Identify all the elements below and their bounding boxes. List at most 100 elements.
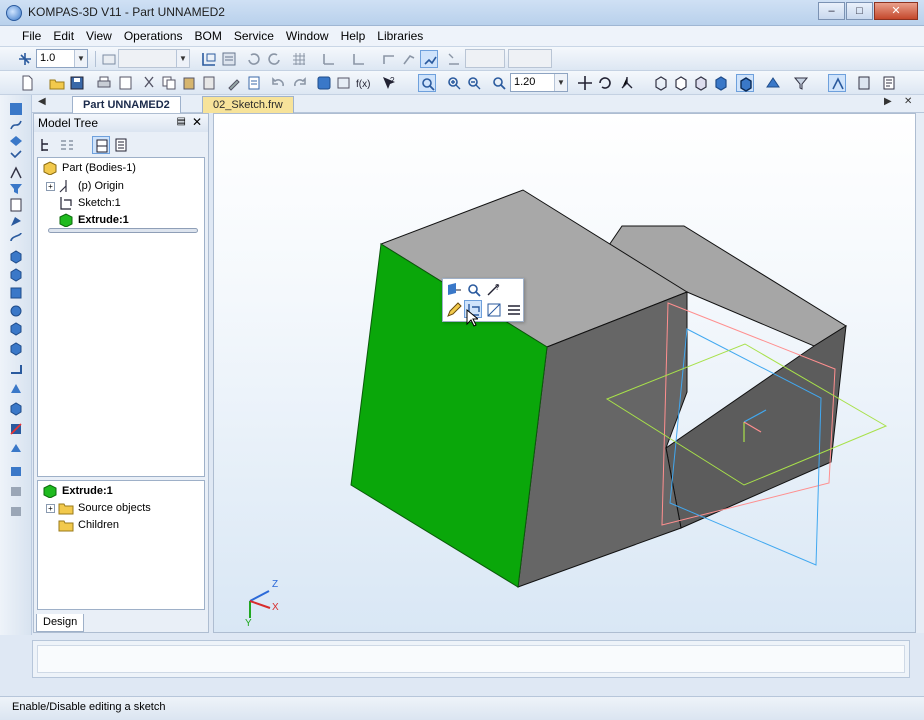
surfaces-panel-icon[interactable] xyxy=(8,133,24,149)
hidden-lines-icon[interactable] xyxy=(672,74,690,92)
tab-scroll-left-icon[interactable]: ◀ xyxy=(38,96,46,107)
aux-geometry-icon[interactable] xyxy=(8,165,24,181)
zoom-scale-icon[interactable] xyxy=(490,74,508,92)
reference-icon[interactable] xyxy=(880,74,898,92)
extrude-tool-icon[interactable] xyxy=(8,249,24,265)
loft-tool-icon[interactable] xyxy=(8,303,24,319)
coordinates-icon[interactable] xyxy=(445,50,463,68)
model-canvas[interactable]: Z X Y xyxy=(214,114,916,633)
split-tool-icon[interactable] xyxy=(8,503,24,519)
preview-icon[interactable] xyxy=(117,74,135,92)
kinematic-tool-icon[interactable] xyxy=(8,285,24,301)
manager-icon[interactable] xyxy=(315,74,333,92)
relations-source-objects[interactable]: + Source objects xyxy=(46,501,151,515)
tab-close-icon[interactable]: ✕ xyxy=(904,96,912,107)
snap-step-icon[interactable] xyxy=(16,50,34,68)
back-block-side[interactable] xyxy=(665,325,847,529)
curves-panel-icon[interactable] xyxy=(8,117,24,133)
redo-icon[interactable] xyxy=(290,74,308,92)
copy-icon[interactable] xyxy=(160,74,178,92)
tree-node-extrude[interactable]: Extrude:1 xyxy=(58,213,129,227)
shaded-edges-icon[interactable] xyxy=(736,74,754,92)
constraints-icon[interactable] xyxy=(828,74,846,92)
undo-icon[interactable] xyxy=(270,74,288,92)
filter-icon[interactable] xyxy=(792,74,810,92)
pan-icon[interactable] xyxy=(576,74,594,92)
brush-icon[interactable] xyxy=(225,74,243,92)
measure-panel-icon[interactable] xyxy=(8,197,24,213)
normal-to-icon[interactable] xyxy=(445,281,463,299)
sheet-metal-icon[interactable] xyxy=(8,229,24,245)
grid-icon[interactable] xyxy=(290,50,308,68)
model-viewport[interactable]: Z X Y ? xyxy=(213,113,916,633)
zoom-combo[interactable]: 1.20 ▼ xyxy=(510,73,568,92)
hide-icon[interactable]: ? xyxy=(485,281,503,299)
chamfer-tool-icon[interactable] xyxy=(8,381,24,397)
close-button[interactable]: ✕ xyxy=(874,2,918,20)
menu-libraries[interactable]: Libraries xyxy=(371,29,429,43)
orientation-icon[interactable] xyxy=(618,74,636,92)
sketch-plane-icon[interactable] xyxy=(485,301,503,319)
arrays-panel-icon[interactable] xyxy=(8,149,24,165)
tree-node-sketch[interactable]: Sketch:1 xyxy=(58,196,121,210)
y-coordinate-field[interactable] xyxy=(508,49,552,68)
new-document-icon[interactable] xyxy=(18,74,36,92)
snap-icon[interactable] xyxy=(420,50,438,68)
rotate-icon[interactable] xyxy=(596,74,614,92)
layer-icon[interactable] xyxy=(100,50,118,68)
rotate-tool-icon[interactable] xyxy=(8,267,24,283)
perspective-icon[interactable] xyxy=(764,74,782,92)
tree-structure-icon[interactable] xyxy=(38,136,56,154)
menu-window[interactable]: Window xyxy=(280,29,335,43)
paste-icon[interactable] xyxy=(180,74,198,92)
menu-service[interactable]: Service xyxy=(228,29,280,43)
print-icon[interactable] xyxy=(95,74,113,92)
variables-icon[interactable]: f(x) xyxy=(355,74,373,92)
open-folder-icon[interactable] xyxy=(48,74,66,92)
local-cs-icon[interactable] xyxy=(320,50,338,68)
fillet-tool-icon[interactable] xyxy=(8,361,24,377)
close-icon[interactable]: ✕ xyxy=(192,115,202,129)
menu-operations[interactable]: Operations xyxy=(118,29,189,43)
editing-panel-icon[interactable] xyxy=(8,101,24,117)
maximize-button[interactable]: □ xyxy=(846,2,873,20)
shaded-icon[interactable] xyxy=(712,74,730,92)
tab-part-unnamed2[interactable]: Part UNNAMED2 xyxy=(72,96,181,113)
vertical-scrollbar[interactable] xyxy=(916,113,924,633)
properties-icon[interactable] xyxy=(220,50,238,68)
x-coordinate-field[interactable] xyxy=(465,49,505,68)
menu-file[interactable]: File xyxy=(16,29,47,43)
shell-tool-icon[interactable] xyxy=(8,441,24,457)
rib-tool-icon[interactable] xyxy=(8,421,24,437)
tab-design[interactable]: Design xyxy=(36,614,85,632)
zoom-to-icon[interactable] xyxy=(465,281,483,299)
zoom-frame-icon[interactable] xyxy=(418,74,436,92)
help-pointer-icon[interactable]: ? xyxy=(380,74,398,92)
expand-icon[interactable]: + xyxy=(46,181,55,191)
tree-split-icon[interactable] xyxy=(92,136,110,154)
menu-edit[interactable]: Edit xyxy=(47,29,80,43)
orthogonal-icon[interactable] xyxy=(350,50,368,68)
pin-icon[interactable]: ▤ xyxy=(177,116,186,127)
tab-02-sketch[interactable]: 02_Sketch.frw xyxy=(202,96,294,113)
clipboard-icon[interactable] xyxy=(200,74,218,92)
select-frame-icon[interactable] xyxy=(200,50,218,68)
expand-icon[interactable]: + xyxy=(46,503,55,513)
ortho-mode-icon[interactable] xyxy=(380,50,398,68)
menu-bom[interactable]: BOM xyxy=(189,29,228,43)
menu-help[interactable]: Help xyxy=(335,29,372,43)
tree-view-options-icon[interactable] xyxy=(58,136,76,154)
minimize-button[interactable]: – xyxy=(818,2,845,20)
parameters-icon[interactable] xyxy=(505,301,523,319)
layer-combo[interactable]: ▼ xyxy=(118,49,190,68)
mirror-tool-icon[interactable] xyxy=(8,483,24,499)
filter-panel-icon[interactable] xyxy=(8,181,24,197)
save-icon[interactable] xyxy=(68,74,86,92)
spec-panel-icon[interactable] xyxy=(8,213,24,229)
menu-view[interactable]: View xyxy=(80,29,118,43)
hole-tool-icon[interactable] xyxy=(8,401,24,417)
cut-extrude-icon[interactable] xyxy=(8,321,24,337)
zoom-in-icon[interactable] xyxy=(445,74,463,92)
horizontal-scrollbar[interactable] xyxy=(48,228,198,233)
scale-combo[interactable]: 1.0 ▼ xyxy=(36,49,88,68)
